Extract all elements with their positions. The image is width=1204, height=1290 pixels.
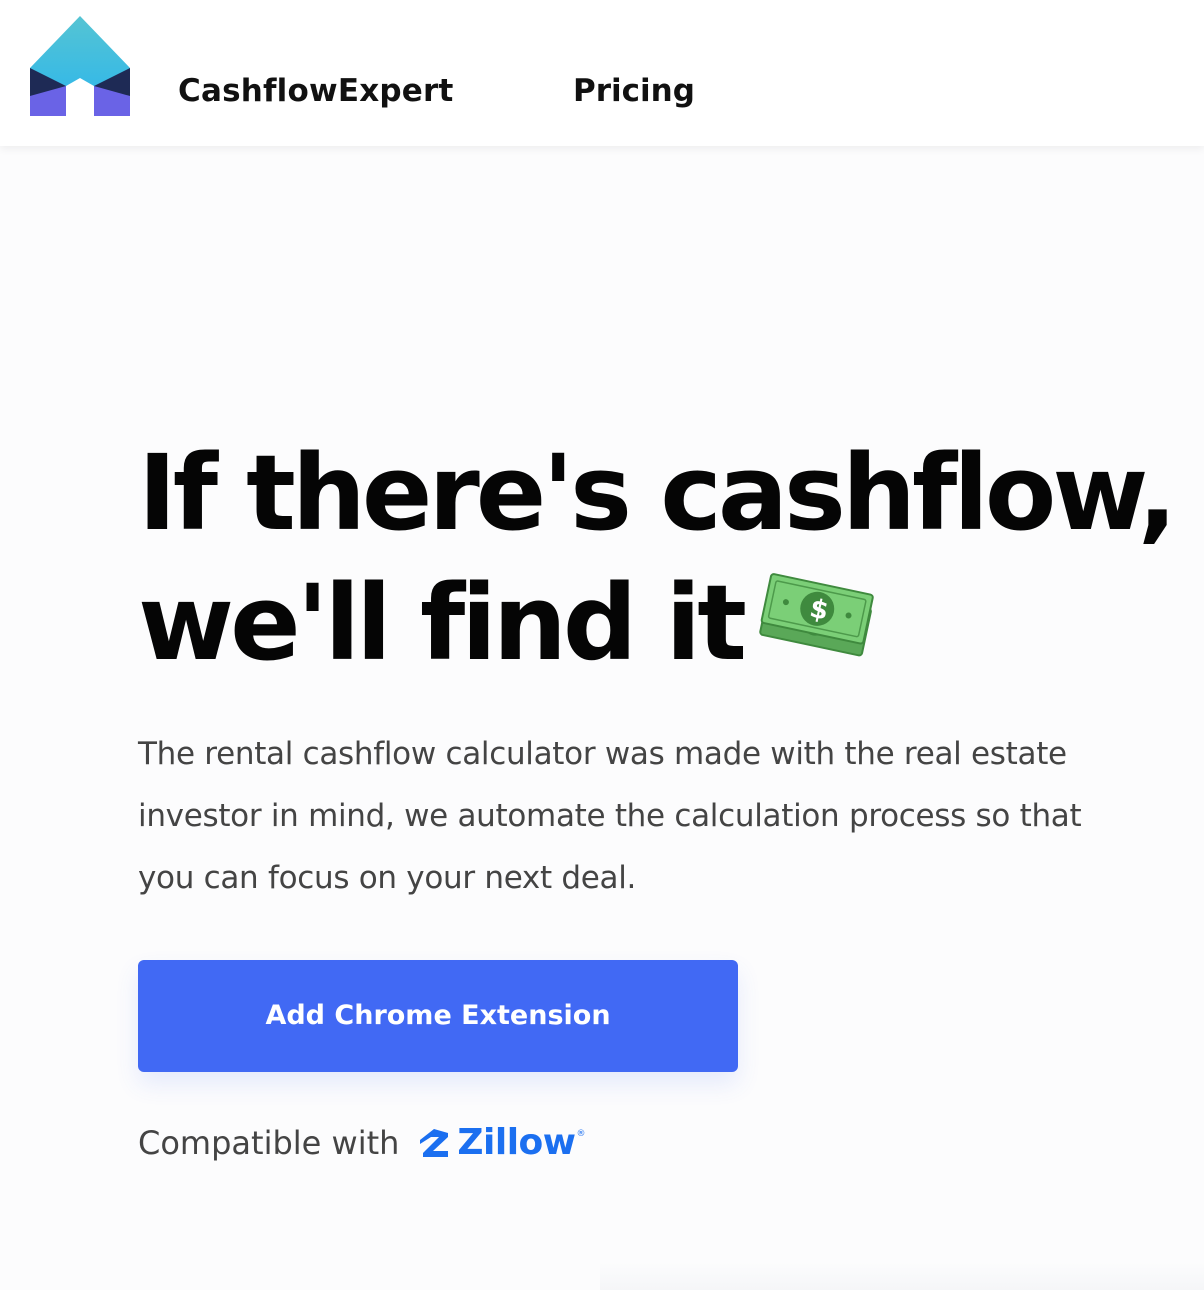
- bottom-edge-shadow: [600, 1262, 1204, 1290]
- top-navbar: CashflowExpert Pricing: [0, 0, 1204, 146]
- zillow-z-icon: [420, 1129, 449, 1157]
- money-icon: $: [757, 570, 879, 660]
- compatibility-row: Compatible with Zillow ®: [138, 1118, 586, 1168]
- zillow-registered-mark: ®: [576, 1129, 586, 1139]
- compatible-with-label: Compatible with: [138, 1124, 400, 1162]
- hero-title-line-2: we'll find it: [138, 562, 747, 684]
- brand-name-link[interactable]: CashflowExpert: [178, 73, 454, 109]
- zillow-wordmark: Zillow: [457, 1122, 576, 1163]
- house-logo-icon[interactable]: [30, 16, 130, 116]
- hero-title-line-1: If there's cashflow,: [138, 432, 1177, 554]
- hero-description: The rental cashflow calculator was made …: [138, 736, 1082, 896]
- hero-title: If there's cashflow, we'll find it $: [138, 428, 1177, 688]
- add-chrome-extension-button[interactable]: Add Chrome Extension: [138, 960, 738, 1072]
- nav-link-pricing[interactable]: Pricing: [573, 73, 695, 109]
- hero-title-line-2-wrapper: we'll find it $: [138, 558, 1173, 688]
- zillow-logo: Zillow ®: [417, 1122, 586, 1163]
